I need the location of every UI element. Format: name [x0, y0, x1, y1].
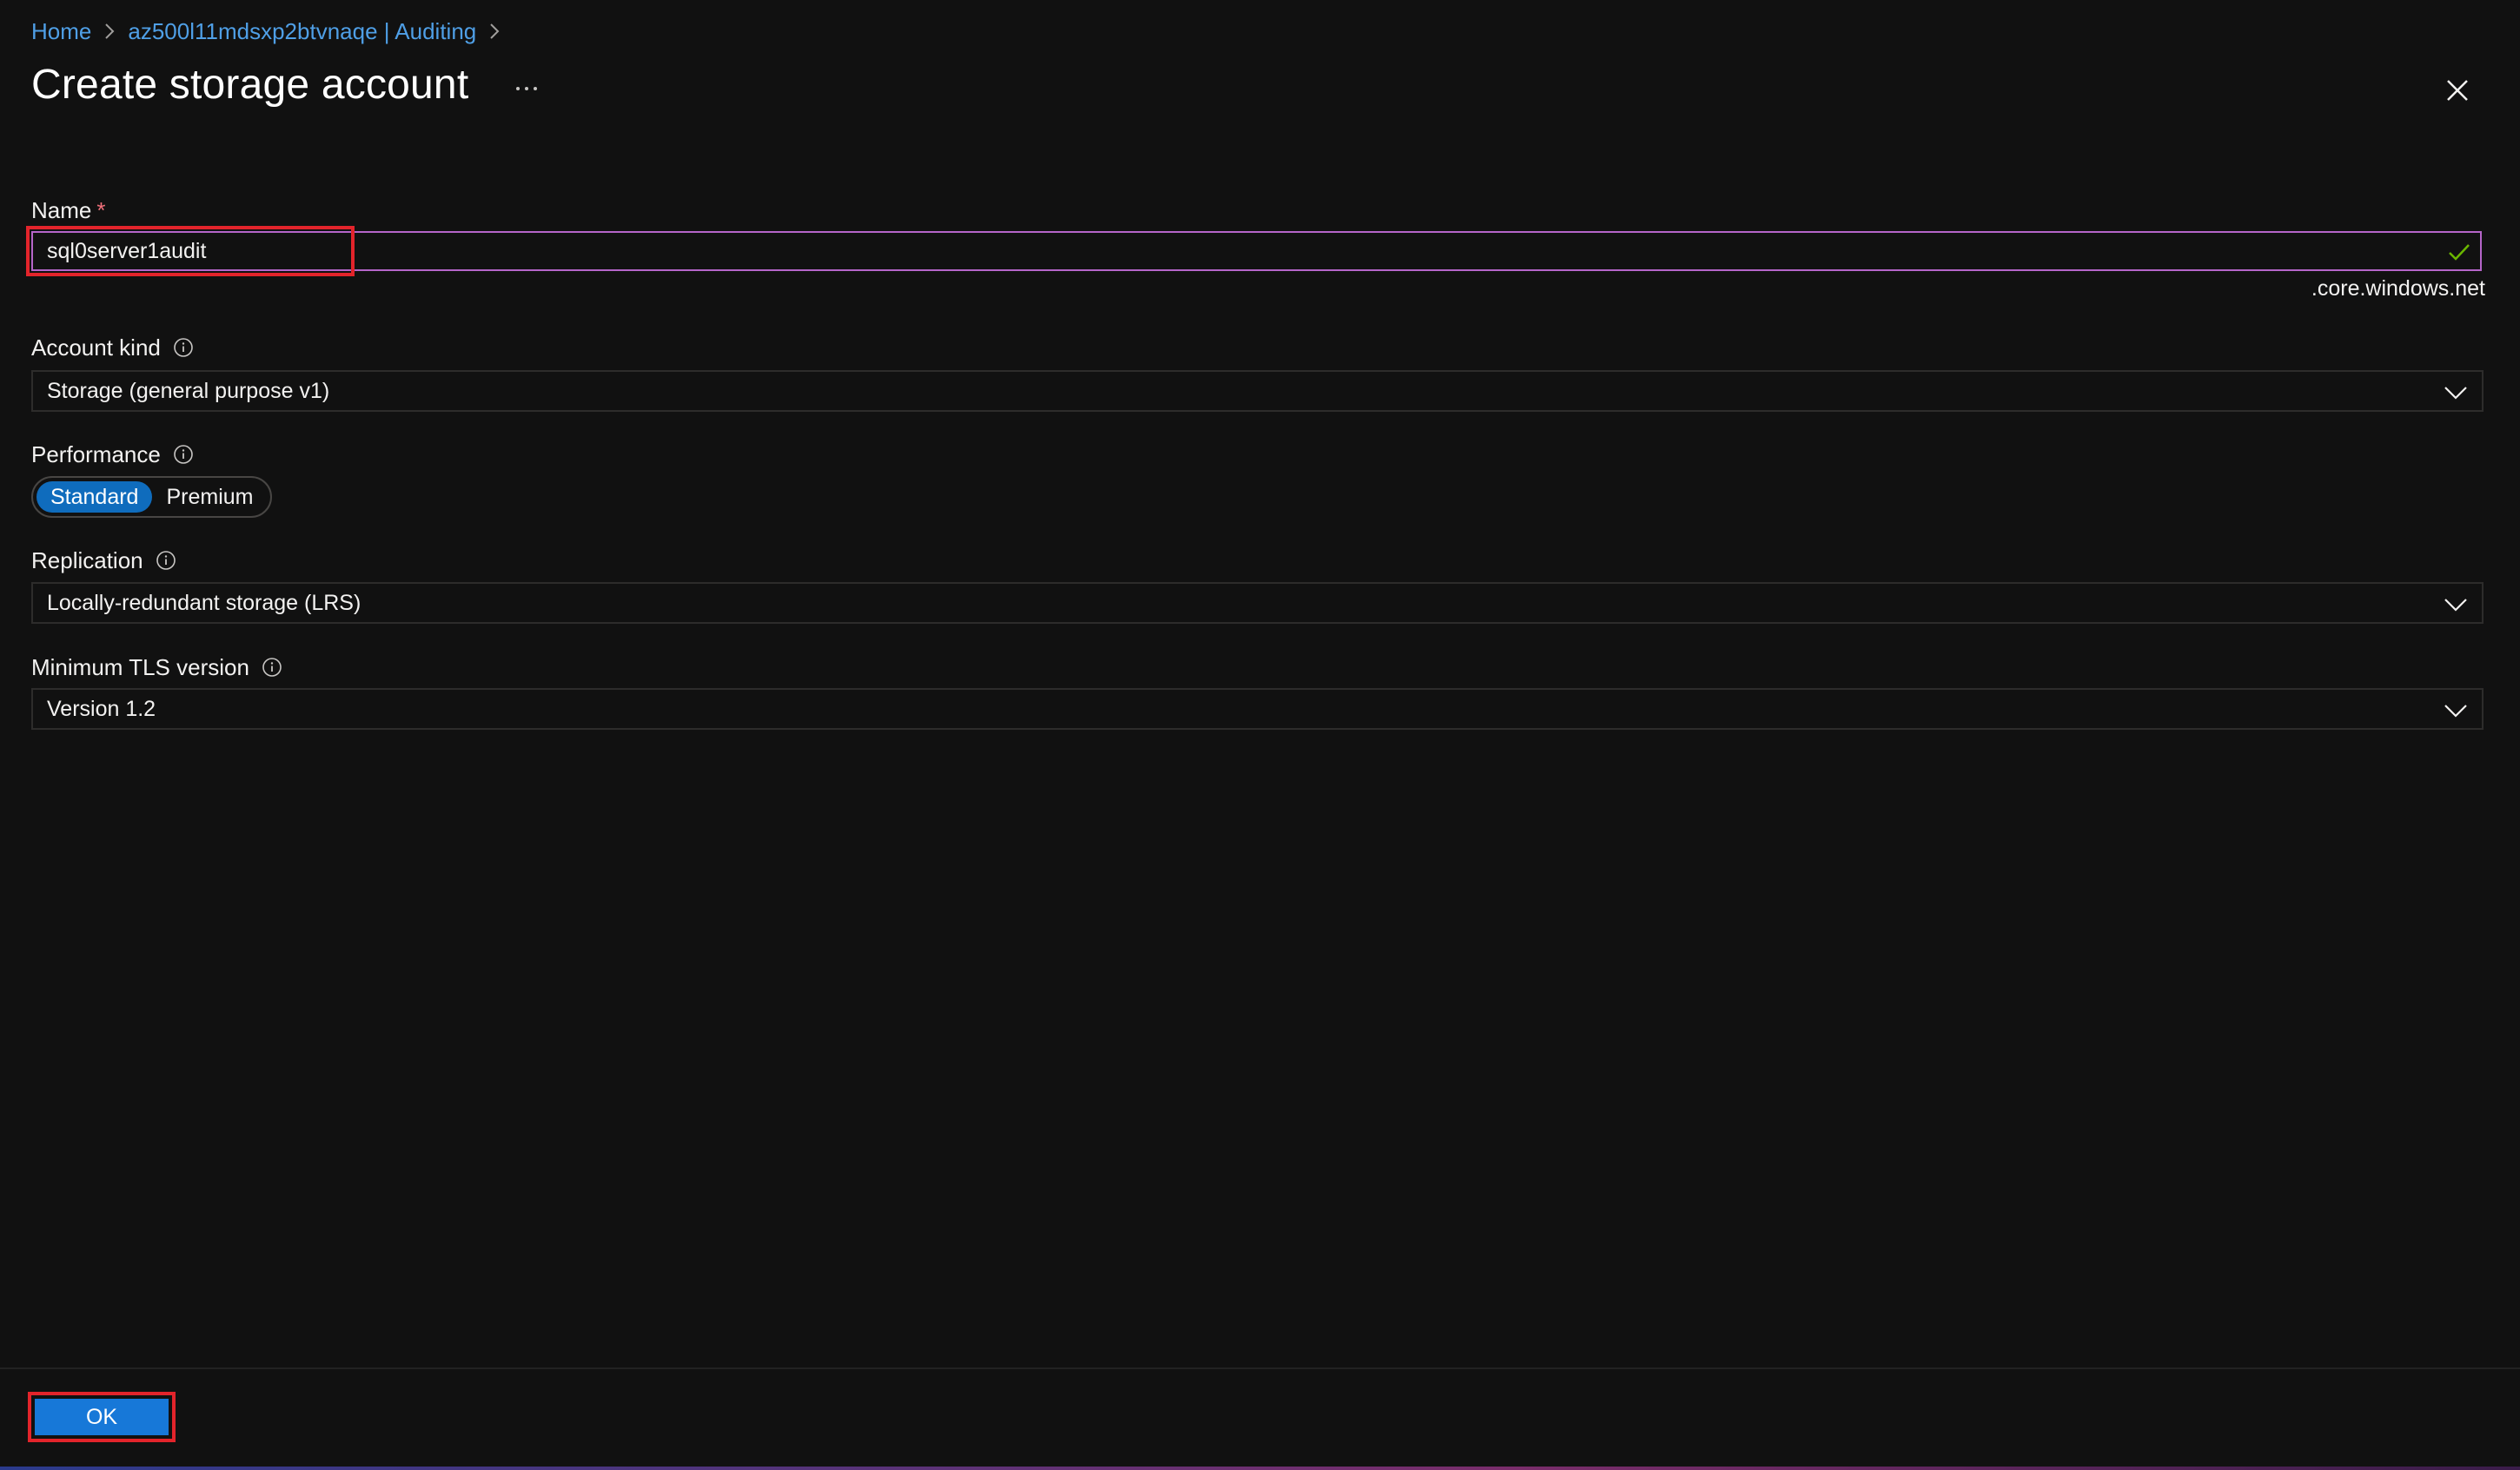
account-kind-label: Account kind: [31, 332, 194, 363]
chevron-right-icon: [103, 22, 116, 41]
performance-label: Performance: [31, 439, 194, 470]
domain-suffix: .core.windows.net: [2311, 276, 2485, 301]
account-kind-dropdown[interactable]: Storage (general purpose v1): [31, 370, 2484, 412]
tls-label: Minimum TLS version: [31, 652, 282, 683]
tls-version-value: Version 1.2: [47, 696, 156, 721]
footer-divider: [0, 1367, 2520, 1369]
bottom-accent-bar: [0, 1467, 2520, 1470]
replication-label: Replication: [31, 545, 176, 576]
info-icon[interactable]: [262, 657, 282, 678]
required-marker: *: [96, 196, 106, 223]
info-icon[interactable]: [173, 337, 194, 358]
close-button[interactable]: [2437, 70, 2478, 111]
check-icon: [2449, 244, 2470, 261]
close-icon: [2447, 80, 2468, 101]
account-kind-label-text: Account kind: [31, 334, 161, 361]
storage-account-name-input[interactable]: [31, 231, 2482, 271]
page-title: Create storage account: [31, 62, 469, 108]
performance-premium-option[interactable]: Premium: [152, 481, 267, 513]
more-options-button[interactable]: [509, 71, 544, 106]
chevron-down-icon: [2444, 387, 2467, 400]
more-icon: [516, 87, 537, 90]
name-label-text: Name: [31, 196, 92, 223]
chevron-down-icon: [2444, 705, 2467, 718]
info-icon[interactable]: [173, 444, 194, 465]
performance-toggle: Standard Premium: [31, 476, 273, 518]
tls-version-dropdown[interactable]: Version 1.2: [31, 688, 2484, 730]
tls-label-text: Minimum TLS version: [31, 653, 249, 680]
performance-label-text: Performance: [31, 440, 161, 467]
breadcrumb: Home az500l11mdsxp2btvnaqe | Auditing: [31, 14, 513, 49]
replication-label-text: Replication: [31, 546, 143, 573]
chevron-down-icon: [2444, 599, 2467, 612]
chevron-right-icon: [488, 22, 501, 41]
breadcrumb-home-link[interactable]: Home: [31, 18, 91, 45]
account-kind-value: Storage (general purpose v1): [47, 378, 330, 403]
replication-value: Locally-redundant storage (LRS): [47, 590, 361, 615]
create-storage-account-blade: Home az500l11mdsxp2btvnaqe | Auditing Cr…: [0, 0, 2520, 1470]
performance-standard-option[interactable]: Standard: [36, 481, 153, 513]
replication-dropdown[interactable]: Locally-redundant storage (LRS): [31, 582, 2484, 624]
info-icon[interactable]: [156, 550, 176, 571]
ok-button[interactable]: OK: [35, 1399, 169, 1435]
name-label: Name *: [31, 195, 105, 226]
breadcrumb-auditing-link[interactable]: az500l11mdsxp2btvnaqe | Auditing: [128, 18, 476, 45]
